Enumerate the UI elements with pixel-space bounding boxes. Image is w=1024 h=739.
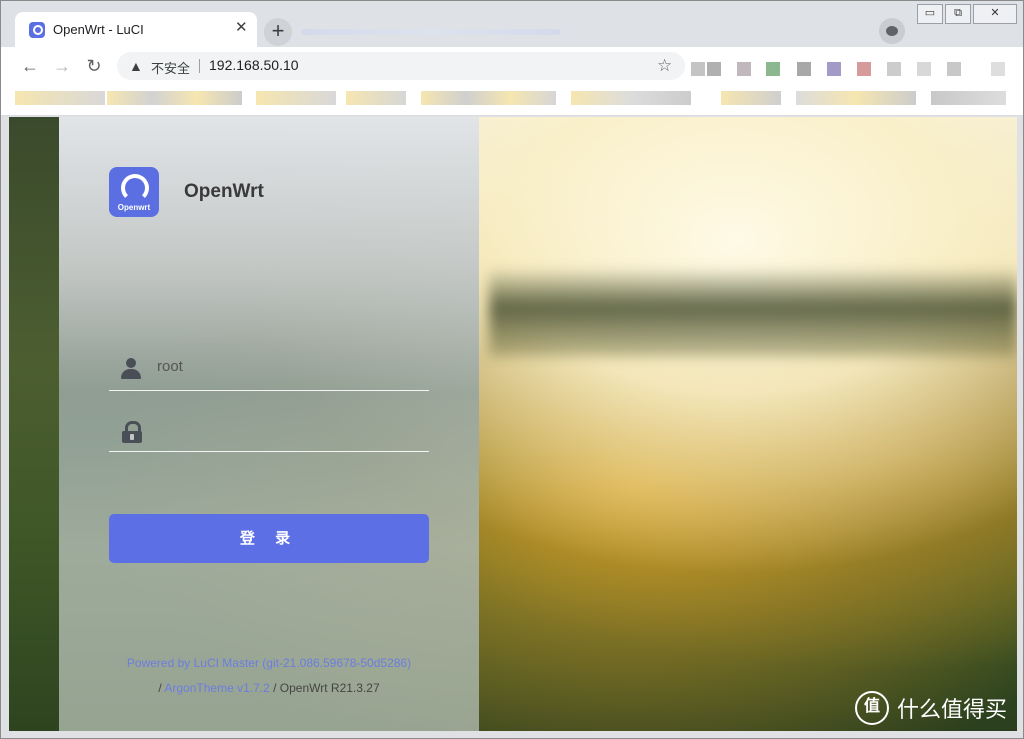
tab-close-icon[interactable]: ✕ [235,20,248,36]
security-label[interactable]: 不安全 [151,58,190,77]
bookmark-item[interactable] [15,91,105,105]
bookmark-item[interactable] [571,91,691,105]
extension-icon[interactable] [857,62,871,76]
username-input[interactable]: root [157,358,183,375]
address-bar[interactable]: ▲ 不安全 192.168.50.10 ☆ [117,52,685,80]
extension-icon[interactable] [737,62,751,76]
lock-icon [122,421,142,443]
watermark: 值 什么值得买 [854,691,1007,725]
login-panel: Openwrt OpenWrt root 登 录 Powered by LuCI… [59,117,479,731]
tab-strip: OpenWrt - LuCI ✕ + ▭ ⧉ ✕ [1,1,1023,47]
argon-theme-link[interactable]: ArgonTheme v1.7.2 [164,681,269,695]
extension-icon[interactable] [691,62,705,76]
bookmark-star-icon[interactable]: ☆ [657,56,672,76]
bookmark-item[interactable] [256,91,336,105]
brand-name: OpenWrt [184,181,264,202]
bookmark-item[interactable] [107,91,242,105]
bookmark-item[interactable] [346,91,406,105]
extension-icon[interactable] [766,62,780,76]
background-strip [9,117,59,731]
extension-icon[interactable] [707,62,721,76]
page-viewport: Openwrt OpenWrt root 登 录 Powered by LuCI… [9,117,1017,731]
reload-icon[interactable]: ↻ [83,55,105,77]
bookmark-item[interactable] [421,91,556,105]
extension-icon[interactable] [917,62,931,76]
luci-link[interactable]: Powered by LuCI Master (git-21.086.59678… [127,656,411,670]
omnibox-divider [199,59,200,73]
watermark-logo-icon: 值 [854,691,889,725]
warning-icon[interactable]: ▲ [129,58,143,74]
extension-icon[interactable] [827,62,841,76]
openwrt-logo: Openwrt [109,167,159,217]
browser-window: OpenWrt - LuCI ✕ + ▭ ⧉ ✕ ← → ↻ ▲ 不安全 192… [0,0,1024,739]
logo-text: Openwrt [117,203,151,212]
extension-icon[interactable] [887,62,901,76]
browser-toolbar: ← → ↻ ▲ 不安全 192.168.50.10 ☆ [1,47,1023,85]
openwrt-favicon-icon [29,22,45,38]
footer-version: / ArgonTheme v1.7.2 / OpenWrt R21.3.27 [59,681,479,695]
restore-button[interactable]: ⧉ [945,4,971,24]
footer-openwrt-version: / OpenWrt R21.3.27 [273,681,380,695]
bookmark-item[interactable] [931,91,1006,105]
bookmarks-bar [1,85,1023,116]
extension-icon[interactable] [797,62,811,76]
extension-icon[interactable] [947,62,961,76]
blurred-tab-area [301,29,561,35]
tab-openwrt[interactable]: OpenWrt - LuCI ✕ [15,12,257,47]
menu-icon[interactable] [991,62,1005,76]
bookmark-item[interactable] [721,91,781,105]
user-icon [121,358,141,380]
minimize-button[interactable]: ▭ [917,4,943,24]
login-button[interactable]: 登 录 [109,514,429,563]
username-field[interactable]: root [109,348,429,391]
back-arrow-icon[interactable]: ← [19,55,41,77]
forward-arrow-icon[interactable]: → [51,55,73,77]
tab-search-icon[interactable] [879,18,905,44]
bookmark-item[interactable] [796,91,916,105]
url-text[interactable]: 192.168.50.10 [209,57,299,73]
new-tab-button[interactable]: + [264,18,292,46]
password-field[interactable] [109,409,429,452]
openwrt-ring-icon [121,174,149,202]
close-window-button[interactable]: ✕ [973,4,1017,24]
watermark-text: 什么值得买 [896,697,1007,722]
footer-slash: / [158,681,162,695]
tab-title: OpenWrt - LuCI [53,22,144,37]
footer-powered-by: Powered by LuCI Master (git-21.086.59678… [59,656,479,670]
